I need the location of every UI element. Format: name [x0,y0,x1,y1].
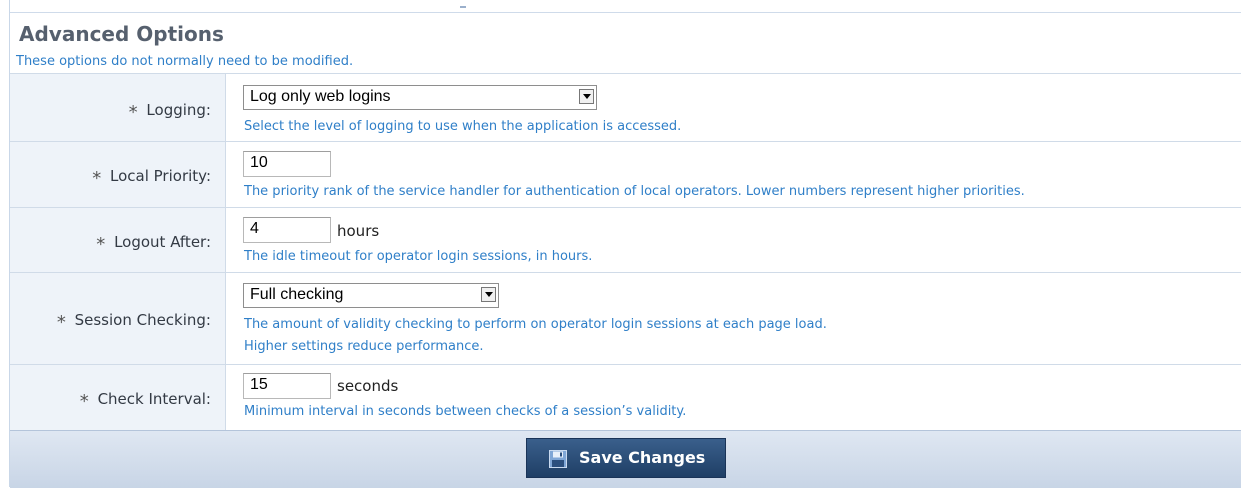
row-logout-after: * Logout After: 4 hours The idle timeout… [10,207,1241,273]
required-marker: * [79,391,89,412]
required-marker: * [92,168,102,189]
row-label-cell: * Logging: [10,74,226,142]
floppy-disk-icon [549,450,567,472]
top-divider [10,0,1241,13]
row-label-cell: * Logout After: [10,208,226,273]
logging-label: Logging: [146,101,211,119]
logout-after-help: The idle timeout for operator login sess… [244,249,593,264]
row-check-interval: * Check Interval: 15 seconds Minimum int… [10,364,1241,431]
logout-after-label: Logout After: [114,233,211,251]
section-title: Advanced Options [19,22,224,46]
logging-select-value: Log only web logins [250,88,391,105]
row-label-cell: * Check Interval: [10,365,226,431]
chevron-down-icon[interactable] [579,89,594,104]
logging-select[interactable]: Log only web logins [243,85,597,110]
required-marker: * [96,234,106,255]
local-priority-input[interactable]: 10 [243,151,331,177]
divider-mark [460,6,466,8]
check-interval-value: 15 [250,376,268,393]
advanced-options-panel: Advanced Options These options do not no… [9,0,1241,488]
logout-after-unit: hours [337,222,380,240]
check-interval-help: Minimum interval in seconds between chec… [244,404,687,419]
form-footer: Save Changes [10,430,1241,488]
session-checking-help: The amount of validity checking to perfo… [244,317,827,332]
section-subtitle: These options do not normally need to be… [16,54,354,69]
session-checking-label: Session Checking: [74,311,211,329]
logging-help: Select the level of logging to use when … [244,119,682,134]
local-priority-help: The priority rank of the service handler… [244,184,1025,199]
check-interval-unit: seconds [337,377,399,395]
row-label-cell: * Local Priority: [10,142,226,208]
local-priority-label: Local Priority: [110,167,211,185]
save-changes-button[interactable]: Save Changes [526,438,726,478]
row-label-cell: * Session Checking: [10,273,226,365]
section-header: Advanced Options These options do not no… [10,13,1241,73]
check-interval-label: Check Interval: [97,390,211,408]
session-checking-select-value: Full checking [250,286,344,303]
save-changes-label: Save Changes [579,448,706,467]
session-checking-help-2: Higher settings reduce performance. [244,339,484,354]
logout-after-value: 4 [250,220,259,237]
row-session-checking: * Session Checking: Full checking The am… [10,272,1241,365]
session-checking-select[interactable]: Full checking [243,283,499,308]
required-marker: * [128,102,138,123]
check-interval-input[interactable]: 15 [243,373,331,399]
chevron-down-icon[interactable] [481,287,496,302]
required-marker: * [56,312,66,333]
local-priority-value: 10 [250,154,268,171]
row-local-priority: * Local Priority: 10 The priority rank o… [10,141,1241,208]
row-logging: * Logging: Log only web logins Select th… [10,73,1241,142]
logout-after-input[interactable]: 4 [243,217,331,243]
